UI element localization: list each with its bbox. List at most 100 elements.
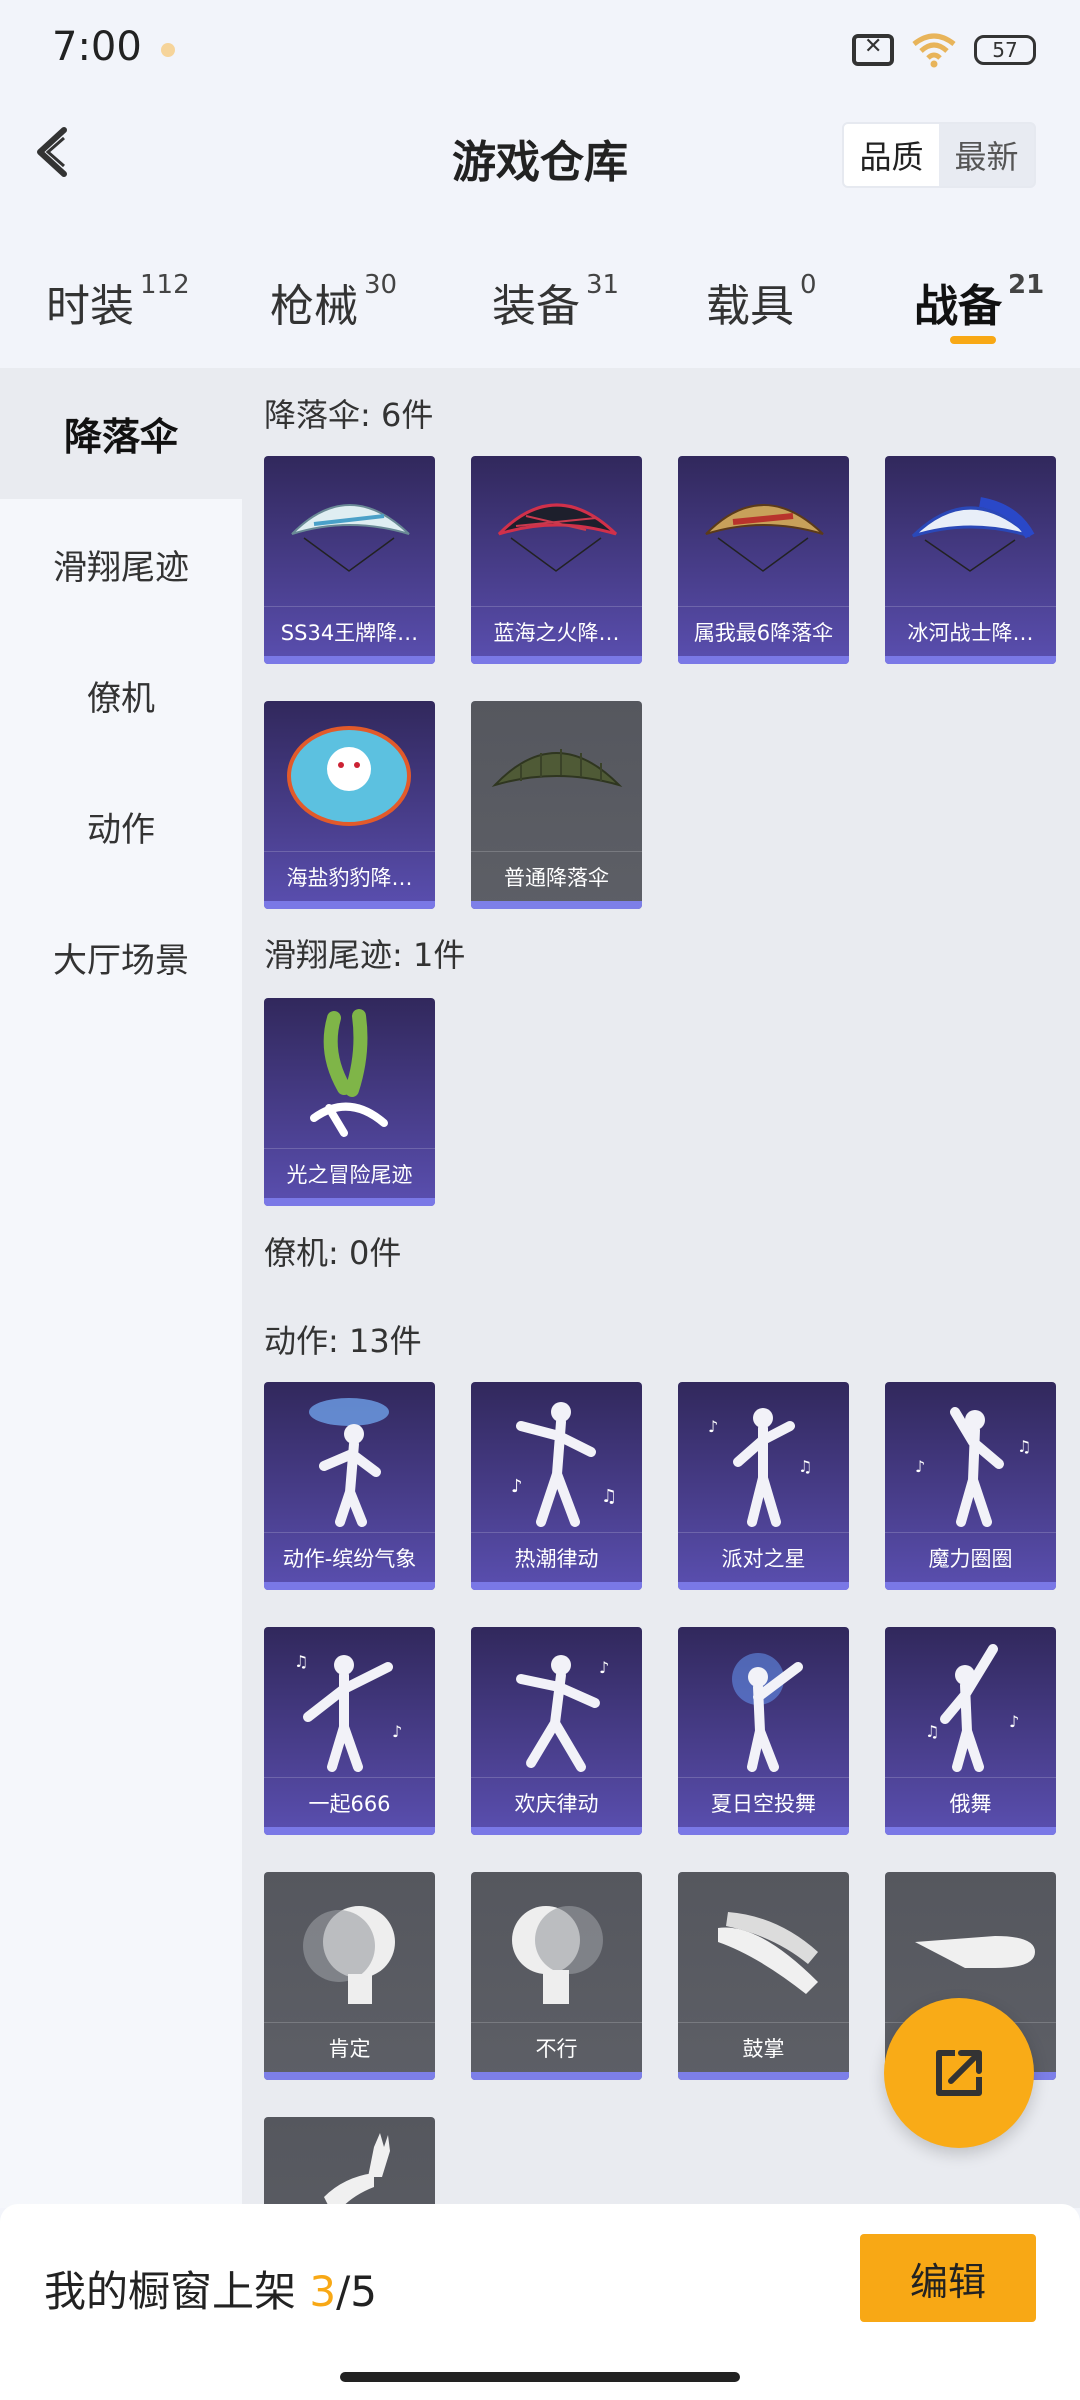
item-label: 光之冒险尾迹: [264, 1148, 435, 1198]
svg-text:♫: ♫: [925, 1722, 939, 1741]
svg-text:♪: ♪: [708, 1417, 718, 1436]
tab-vehicles[interactable]: 载具 0: [706, 270, 817, 334]
tab-count: 31: [586, 270, 620, 300]
dancer-figure-icon: ♪♫: [708, 1408, 812, 1527]
rarity-bar: [471, 656, 642, 664]
bottom-bar: 我的橱窗上架 3/5 编辑: [0, 2204, 1080, 2400]
rarity-bar: [471, 1582, 642, 1590]
sidebar-item-glide-trail[interactable]: 滑翔尾迹: [0, 499, 242, 630]
shaking-head-icon: [512, 1906, 603, 2004]
share-button[interactable]: [884, 1998, 1034, 2148]
svg-text:♫: ♫: [1017, 1437, 1031, 1456]
active-tab-indicator: [950, 336, 996, 344]
item-card[interactable]: 普通降落伞: [471, 701, 642, 909]
edit-button[interactable]: 编辑: [860, 2234, 1036, 2322]
notification-dot-icon: [161, 43, 175, 57]
item-card[interactable]: 不行: [471, 1872, 642, 2080]
item-card[interactable]: 肯定: [264, 1872, 435, 2080]
section-title-wingman: 僚机: 0件: [264, 1234, 402, 1272]
nodding-head-icon: [303, 1906, 395, 2004]
item-card[interactable]: ♪ ♫ 热潮律动: [471, 1382, 642, 1590]
svg-text:♫: ♫: [294, 1652, 308, 1671]
rarity-bar: [885, 1827, 1056, 1835]
rarity-bar: [264, 1582, 435, 1590]
item-card[interactable]: 鼓掌: [678, 1872, 849, 2080]
battery-level: 57: [992, 38, 1018, 62]
sidebar-item-emote[interactable]: 动作: [0, 761, 242, 892]
no-sim-icon: [852, 34, 894, 66]
item-label: 肯定: [264, 2022, 435, 2072]
item-grid: 降落伞: 6件 SS34王牌降… 蓝海之火降… 属我最6降落伞 冰河战士降… 海…: [242, 368, 1080, 2208]
item-label: 派对之星: [678, 1532, 849, 1582]
item-label: 魔力圈圈: [885, 1532, 1056, 1582]
tab-battle-gear[interactable]: 战备 21: [914, 270, 1044, 334]
item-card[interactable]: 属我最6降落伞: [678, 456, 849, 664]
item-label: 海盐豹豹降…: [264, 851, 435, 901]
item-card[interactable]: 海盐豹豹降…: [264, 701, 435, 909]
sort-toggle: 品质 最新: [842, 122, 1036, 188]
clapping-hands-icon: [718, 1912, 818, 1994]
item-label: 俄舞: [885, 1777, 1056, 1827]
rarity-bar: [885, 656, 1056, 664]
item-label: 夏日空投舞: [678, 1777, 849, 1827]
parachute-icon: [497, 503, 618, 572]
sidebar: 降落伞 滑翔尾迹 僚机 动作 大厅场景: [0, 368, 242, 2208]
rarity-bar: [264, 656, 435, 664]
rarity-bar: [264, 901, 435, 909]
tab-label: 枪械: [270, 281, 358, 332]
sort-latest-button[interactable]: 最新: [939, 124, 1034, 186]
item-card[interactable]: [264, 2117, 435, 2208]
tab-count: 30: [364, 270, 398, 300]
item-card[interactable]: 冰河战士降…: [885, 456, 1056, 664]
parachute-icon: [491, 749, 623, 788]
tab-fashion[interactable]: 时装 112: [46, 270, 190, 334]
rarity-bar: [678, 1827, 849, 1835]
item-card[interactable]: ♪ 欢庆律动: [471, 1627, 642, 1835]
item-label: 鼓掌: [678, 2022, 849, 2072]
sidebar-item-parachute[interactable]: 降落伞: [0, 368, 242, 499]
dancer-figure-icon: ♪♫: [511, 1402, 617, 1527]
tab-equipment[interactable]: 装备 31: [492, 270, 619, 334]
sidebar-item-wingman[interactable]: 僚机: [0, 630, 242, 761]
item-label: 动作-缤纷气象: [264, 1532, 435, 1582]
rarity-bar: [264, 1827, 435, 1835]
showcase-status: 我的橱窗上架 3/5: [44, 2258, 377, 2319]
item-label: 热潮律动: [471, 1532, 642, 1582]
home-indicator[interactable]: [340, 2372, 740, 2382]
item-label: 蓝海之火降…: [471, 606, 642, 656]
item-card[interactable]: ♫ ♪ 俄舞: [885, 1627, 1056, 1835]
battery-icon: 57: [974, 35, 1036, 65]
item-card[interactable]: ♪ ♫ 魔力圈圈: [885, 1382, 1056, 1590]
item-card[interactable]: 蓝海之火降…: [471, 456, 642, 664]
item-card[interactable]: 光之冒险尾迹: [264, 998, 435, 1206]
svg-text:♪: ♪: [511, 1476, 523, 1497]
item-card[interactable]: ♫ ♪ 一起666: [264, 1627, 435, 1835]
rarity-bar: [678, 2072, 849, 2080]
sort-quality-button[interactable]: 品质: [844, 124, 939, 186]
parachute-icon: [287, 726, 411, 826]
dancer-figure-icon: ♫♪: [925, 1644, 1019, 1772]
svg-text:♪: ♪: [915, 1457, 925, 1476]
tab-label: 装备: [492, 281, 580, 332]
showcase-current-count: 3: [309, 2267, 337, 2316]
svg-text:♪: ♪: [599, 1658, 609, 1677]
item-card[interactable]: 动作-缤纷气象: [264, 1382, 435, 1590]
item-card[interactable]: ♪ ♫ 派对之星: [678, 1382, 849, 1590]
rarity-bar: [471, 2072, 642, 2080]
category-tabs: 时装 112 枪械 30 装备 31 载具 0 战备 21: [0, 250, 1080, 360]
sidebar-item-lobby-scene[interactable]: 大厅场景: [0, 892, 242, 1023]
item-label: 冰河战士降…: [885, 606, 1056, 656]
svg-text:♫: ♫: [601, 1486, 617, 1507]
share-export-icon: [936, 2050, 982, 2096]
wifi-icon: [912, 33, 956, 68]
tab-guns[interactable]: 枪械 30: [270, 270, 397, 334]
tab-label: 战备: [914, 281, 1002, 332]
rarity-bar: [678, 656, 849, 664]
raised-hand-icon: [324, 2133, 390, 2208]
dancer-figure-icon: ♫♪: [294, 1652, 402, 1772]
parachute-icon: [705, 504, 824, 572]
item-card[interactable]: SS34王牌降…: [264, 456, 435, 664]
item-label: 不行: [471, 2022, 642, 2072]
item-card[interactable]: 夏日空投舞: [678, 1627, 849, 1835]
dancer-figure-icon: ♪♫: [915, 1407, 1031, 1527]
